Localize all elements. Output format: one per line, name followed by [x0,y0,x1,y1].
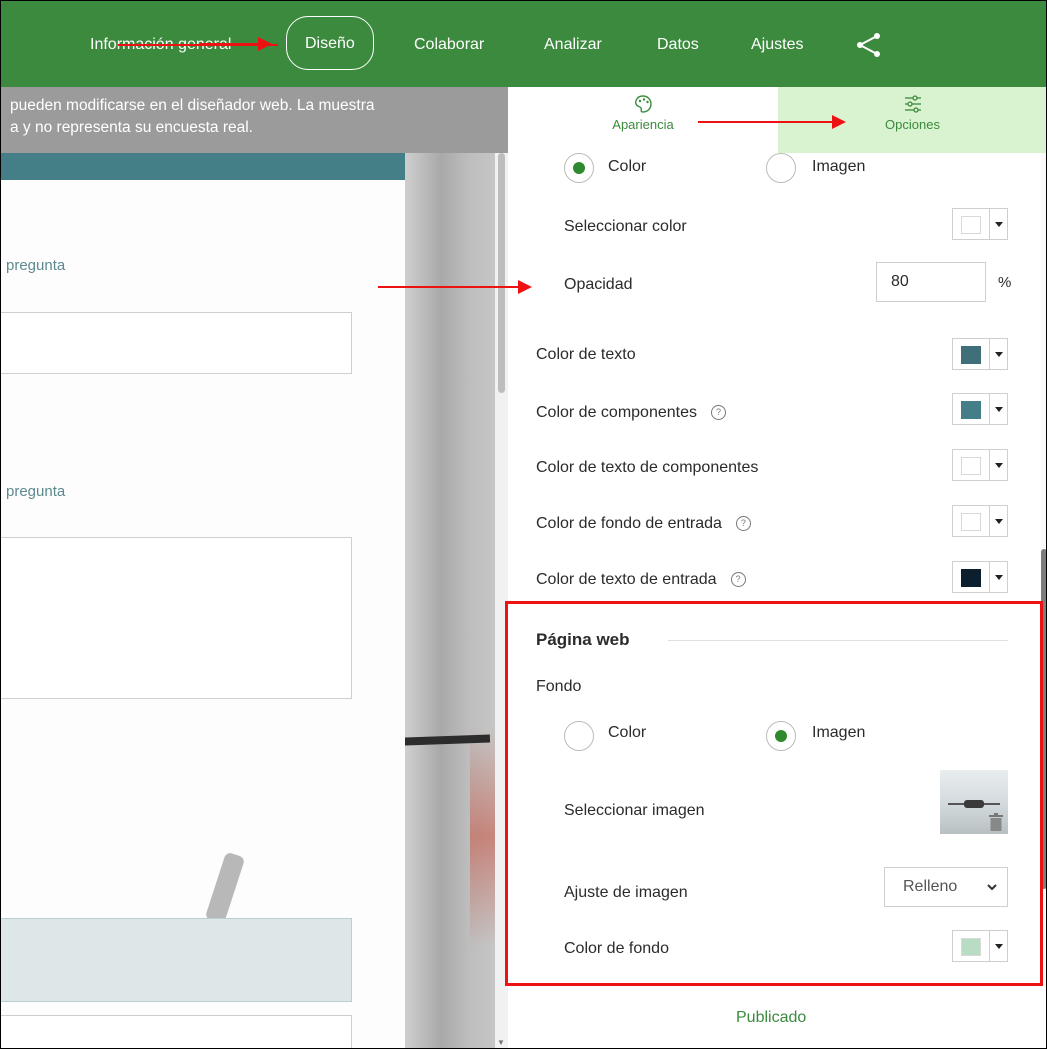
help-icon[interactable]: ? [735,516,751,532]
input-bg-color-label: Color de fondo de entrada? [536,515,751,533]
palette-icon [635,95,652,113]
notice-line-2: a y no representa su encuesta real. [10,119,253,136]
nav-colaborar[interactable]: Colaborar [414,28,484,62]
tab-opciones-label: Opciones [885,117,940,132]
survey-preview: pueden modificarse en el diseñador web. … [0,87,508,1049]
web-bg-image-radio[interactable] [766,721,796,751]
notice-line-1: pueden modificarse en el diseñador web. … [10,97,375,114]
nav-datos[interactable]: Datos [657,28,699,62]
component-color-picker[interactable] [952,393,1008,425]
annotation-arrow-nav [200,37,272,51]
opacity-label: Opacidad [564,276,633,293]
input-text-color-picker[interactable] [952,561,1008,593]
component-text-color-label: Color de texto de componentes [536,459,759,476]
question-1-label: pregunta [6,257,66,274]
tab-apariencia[interactable]: Apariencia [508,87,778,153]
tab-opciones[interactable]: Opciones [778,87,1047,153]
status-published: Publicado [736,1009,807,1026]
color-row-label: Color de texto [536,346,636,363]
sliders-icon [904,95,921,113]
options-scroll-area: Color Imagen Seleccionar color Opacidad … [508,153,1047,1049]
component-text-color-picker[interactable] [952,449,1008,481]
question-2-label: pregunta [6,483,66,500]
web-bg-image-label: Imagen [812,724,866,741]
background-image-thumbnail[interactable] [940,770,1008,834]
preview-form-header [0,153,405,180]
section-divider [668,640,1008,641]
component-color-label: Color de componentes? [536,404,726,422]
annotation-arrow-opacity [378,280,532,294]
bg-color-label: Color de fondo [564,940,669,957]
web-bg-color-picker[interactable] [952,930,1008,962]
web-bg-color-radio[interactable] [564,721,594,751]
nav-diseno[interactable]: Diseño [286,16,374,70]
image-fit-label: Ajuste de imagen [564,884,688,901]
header-bg-color-radio[interactable] [564,153,594,183]
select-image-label: Seleccionar imagen [564,802,705,819]
nav-ajustes[interactable]: Ajustes [751,28,803,62]
trash-icon[interactable] [988,812,1004,832]
image-fit-select[interactable]: Relleno [884,867,1008,907]
chevron-down-icon [987,884,997,891]
top-navigation: Información general Diseño Colaborar Ana… [0,0,1047,87]
scroll-down-arrow-icon[interactable]: ▼ [497,1038,505,1047]
question-4-input[interactable] [0,1015,352,1049]
header-bg-image-label: Imagen [812,158,866,175]
design-options-panel: Apariencia Opciones Color Imagen Selecci… [508,87,1047,1049]
select-color-label: Seleccionar color [564,218,687,235]
select-color-picker[interactable] [952,208,1008,240]
background-label: Fondo [536,678,582,695]
input-text-color-label: Color de texto de entrada? [536,571,746,589]
preview-notice-banner: pueden modificarse en el diseñador web. … [0,87,508,153]
question-1-input[interactable] [0,312,352,374]
image-fit-value: Relleno [903,878,958,895]
preview-form-card: pregunta pregunta [0,153,405,1049]
header-bg-color-label: Color [608,158,647,175]
annotation-arrow-tab [698,115,846,129]
input-bg-color-picker[interactable] [952,505,1008,537]
web-bg-color-label: Color [608,724,647,741]
text-color-picker[interactable] [952,338,1008,370]
question-2-textarea[interactable] [0,537,352,699]
preview-background-drone-leg [204,851,246,925]
help-icon[interactable]: ? [730,572,746,588]
tab-apariencia-label: Apariencia [612,117,674,132]
share-icon[interactable] [855,32,883,58]
options-scrollbar-thumb[interactable] [1041,549,1047,889]
header-bg-image-radio[interactable] [766,153,796,183]
help-icon[interactable]: ? [710,405,726,421]
nav-analizar[interactable]: Analizar [544,28,602,62]
web-page-section-title: Página web [536,630,630,649]
preview-scrollbar-thumb[interactable] [498,153,505,393]
question-3-block[interactable] [0,918,352,1002]
opacity-unit: % [998,274,1012,291]
opacity-input[interactable]: 80 [876,262,986,302]
